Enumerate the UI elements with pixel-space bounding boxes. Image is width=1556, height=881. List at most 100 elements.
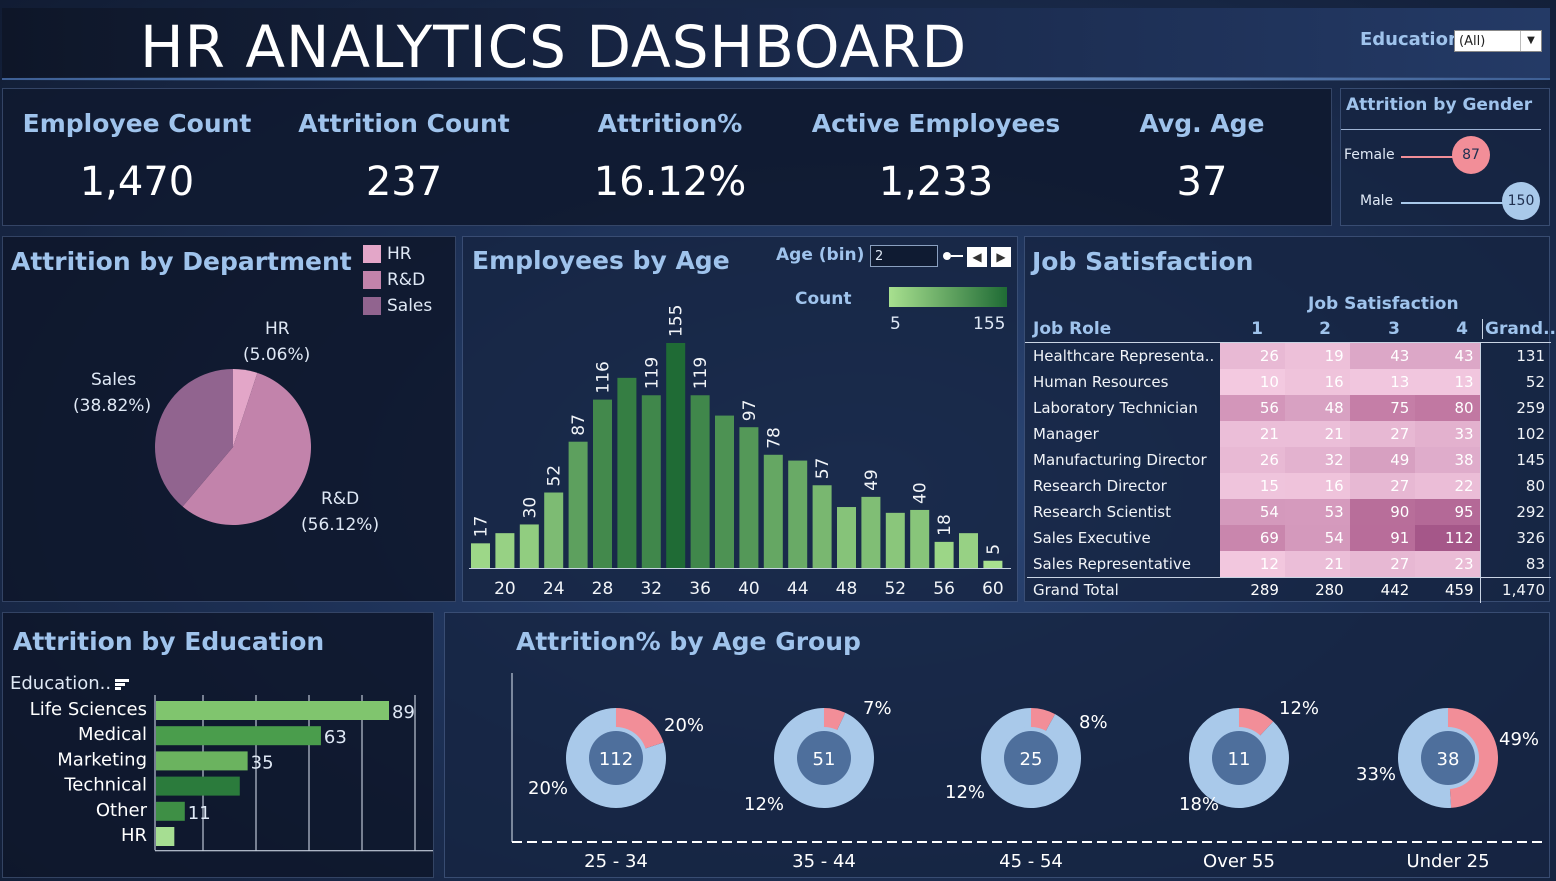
job-title: Job Satisfaction [1032,247,1254,276]
gender-female-value[interactable]: 87 [1452,136,1490,174]
gender-title: Attrition by Gender [1346,95,1533,115]
age-bar [763,454,783,568]
edu-bar [156,726,321,746]
job-role-cell: Grand Total [1027,576,1221,603]
age-panel: Employees by Age Age (bin) 2 ◀ ▶ Count 5… [462,236,1018,602]
job-value-cell: 43 [1349,343,1416,369]
job-value-cell: 22 [1415,473,1481,499]
job-value-cell: 19 [1284,343,1350,369]
age-bar [495,533,515,568]
age-bar-label: 30 [520,497,540,519]
job-value-cell: 90 [1349,499,1416,525]
edu-bar [156,801,185,821]
age-bar-label: 116 [594,361,614,393]
job-value-cell: 91 [1349,525,1416,551]
job-panel: Job Satisfaction Job Satisfaction Job Ro… [1024,236,1556,603]
department-panel: Attrition by Department HR R&D Sales HR … [2,236,456,602]
agegroup-panel: Attrition% by Age Group 112 20% 20% 25 - 34… [444,612,1550,878]
age-bar [837,507,856,568]
age-bar [519,524,539,568]
job-grand-cell: 131 [1479,343,1551,369]
age-tick-label: 56 [933,579,955,599]
job-role-cell: Manager [1033,425,1099,443]
agegroup-category-label: 25 - 34 [584,851,648,872]
agegroup-donut-chart: 112 20% 20% 25 - 34 51 7% 12% 35 - 44 25 8% 12% 45 … [511,673,1545,872]
job-value-cell: 38 [1415,447,1481,473]
kpi-attrition-count-value: 237 [365,159,443,205]
donut-pct-label: 20% [664,715,704,736]
age-bar-label: 57 [813,458,833,480]
age-tick-label: 20 [494,579,516,599]
kpi-avg-age-value: 37 [1176,159,1228,205]
job-grand-cell: 326 [1479,525,1551,551]
table-row: Sales Executive 69 54 91 112 326 [1027,525,1551,551]
age-tick-label: 28 [592,579,614,599]
pie-label-hr-name: HR [265,319,290,339]
job-role-cell: Sales Representative [1033,554,1192,573]
edu-bar-value: 11 [188,803,211,824]
table-row: Laboratory Technician 56 48 75 80 259 [1027,395,1551,421]
table-row: Manager 21 21 27 33 102 [1027,421,1551,447]
edu-bar [156,751,248,771]
age-bar-label: 78 [764,427,784,449]
job-role-cell: Healthcare Representa.. [1033,347,1215,365]
age-bar-label: 17 [472,516,492,538]
kpi-avg-age-label: Avg. Age [1139,109,1265,138]
age-bar [812,485,832,568]
age-bar [983,560,1003,568]
age-bar-label: 5 [984,544,1004,555]
grand-total-row: Grand Total 289 280 442 459 1,470 [1027,576,1551,603]
donut-count: 51 [813,749,836,770]
age-bar-label: 97 [740,400,760,422]
age-bar-label: 52 [545,465,565,487]
job-role-cell: Manufacturing Director [1033,451,1207,469]
age-bar [471,543,490,568]
edu-bar [156,776,240,796]
kpi-attrition-pct-value: 16.12% [593,159,747,205]
job-col-1: 1 [1251,319,1263,339]
job-value-cell: 53 [1284,499,1350,525]
job-role-cell: Sales Executive [1033,529,1151,547]
age-bar [690,395,710,568]
job-value-cell: 48 [1284,395,1350,421]
age-bar [617,377,637,568]
gender-male-value[interactable]: 150 [1502,182,1540,220]
gender-panel: Attrition by Gender Female 87 Male 150 [1340,88,1550,226]
edu-bar-value: 63 [324,727,347,748]
age-bar [544,492,564,568]
table-row: Manufacturing Director 26 32 49 38 145 [1027,447,1551,473]
job-value-cell: 289 [1220,576,1285,603]
job-grand-cell: 1,470 [1479,576,1551,603]
age-tick-label: 48 [836,579,858,599]
job-value-cell: 75 [1349,395,1416,421]
donut-pct-label: 18% [1179,794,1219,815]
gender-male-label: Male [1360,193,1394,209]
age-bar-label: 18 [935,514,955,536]
donut-pct-label: 49% [1499,729,1539,750]
job-value-cell: 12 [1220,551,1285,577]
job-value-cell: 27 [1349,421,1416,447]
job-value-cell: 69 [1220,525,1285,551]
education-panel: Attrition by Education Education.. Life … [2,612,434,878]
age-bar [666,343,686,568]
job-value-cell: 21 [1220,421,1285,447]
job-col-4: 4 [1456,319,1468,339]
job-value-cell: 16 [1284,369,1350,395]
education-filter-value: (All) [1459,34,1486,49]
job-value-cell: 13 [1415,369,1481,395]
job-grand-cell: 80 [1479,473,1551,499]
job-role-cell: Laboratory Technician [1033,399,1198,417]
job-role-cell: Research Director [1033,477,1167,495]
agegroup-category-label: Under 25 [1406,851,1489,872]
dashboard-title: HR ANALYTICS DASHBOARD [140,13,968,81]
job-value-cell: 43 [1415,343,1481,369]
job-value-cell: 80 [1415,395,1481,421]
education-filter-dropdown[interactable]: (All) ▼ [1454,30,1542,52]
job-value-cell: 21 [1284,421,1350,447]
chevron-down-icon[interactable]: ▼ [1520,31,1541,51]
job-col-2: 2 [1319,319,1331,339]
job-grand-cell: 52 [1479,369,1551,395]
job-value-cell: 27 [1349,473,1416,499]
job-col-group-label: Job Satisfaction [1308,294,1459,314]
age-bar-label: 119 [691,357,711,389]
